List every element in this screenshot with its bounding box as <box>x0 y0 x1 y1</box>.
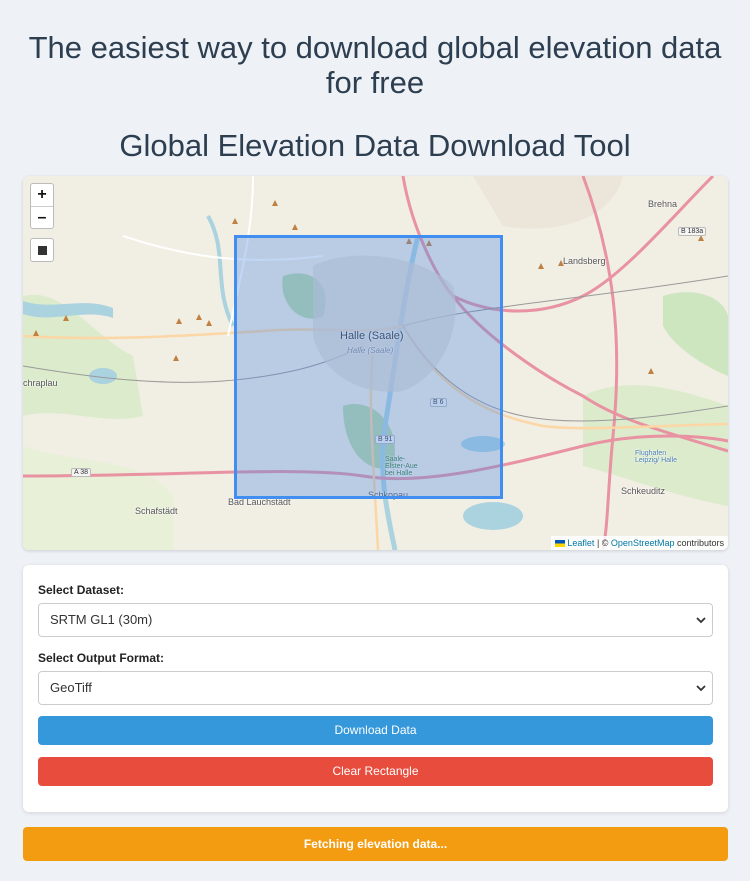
format-select-value: GeoTiff <box>50 680 92 695</box>
format-select[interactable]: GeoTiff <box>38 671 713 705</box>
ukraine-flag-icon <box>555 540 566 548</box>
hero-title: The easiest way to download global eleva… <box>28 30 722 100</box>
leaflet-link[interactable]: Leaflet <box>567 538 594 548</box>
controls-panel: Select Dataset: SRTM GL1 (30m) Select Ou… <box>23 565 728 812</box>
osm-link[interactable]: OpenStreetMap <box>611 538 675 548</box>
map-label-schkeuditz: Schkeuditz <box>621 486 666 496</box>
tool-title: Global Elevation Data Download Tool <box>119 128 631 163</box>
download-button[interactable]: Download Data <box>38 716 713 745</box>
square-icon <box>38 246 47 255</box>
map-road-b183a: B 183a <box>678 227 707 236</box>
attribution-separator: | © <box>594 538 611 548</box>
chevron-down-icon <box>696 617 706 624</box>
map-label-landsberg: Landsberg <box>563 256 606 266</box>
status-bar: Fetching elevation data... <box>23 827 728 861</box>
selection-rectangle[interactable] <box>234 235 503 499</box>
attribution-contributors: contributors <box>674 538 724 548</box>
dataset-select[interactable]: SRTM GL1 (30m) <box>38 603 713 637</box>
draw-rectangle-button[interactable] <box>30 238 54 262</box>
zoom-control: + – <box>30 183 54 229</box>
map-label-brehna: Brehna <box>648 199 678 209</box>
map-label-flughafen: Flughafen Leipzig/ Halle <box>635 450 678 464</box>
chevron-down-icon <box>696 685 706 692</box>
dataset-select-value: SRTM GL1 (30m) <box>50 612 153 627</box>
map-road-a38: A 38 <box>71 468 92 477</box>
zoom-in-button[interactable]: + <box>31 184 53 206</box>
map-attribution: Leaflet | © OpenStreetMap contributors <box>551 536 728 550</box>
zoom-out-button[interactable]: – <box>31 206 53 228</box>
dataset-label: Select Dataset: <box>38 583 125 597</box>
clear-rectangle-button[interactable]: Clear Rectangle <box>38 757 713 786</box>
map[interactable]: Halle (Saale) Halle (Saale) Landsberg Br… <box>23 176 728 550</box>
format-label: Select Output Format: <box>38 651 165 665</box>
map-label-schafstadt: Schafstädt <box>135 506 178 516</box>
map-label-schraplau: chraplau <box>23 378 58 388</box>
